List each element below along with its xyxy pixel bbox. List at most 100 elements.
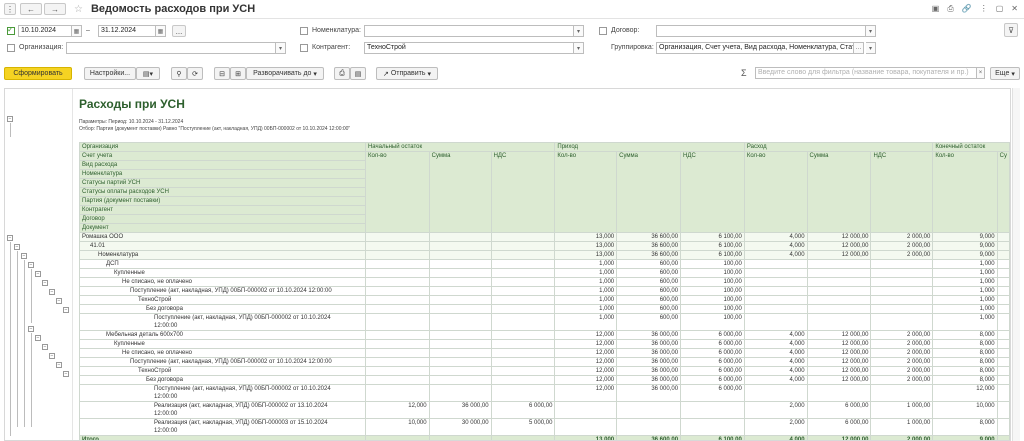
collapse-group-icon[interactable]: − xyxy=(35,271,41,277)
table-row[interactable]: Без договора 12,000 36 000,00 6 000,00 4,000… xyxy=(79,375,1010,385)
send-button[interactable]: ↗ Отправить ▾ xyxy=(376,67,438,80)
collapse-header-icon[interactable]: − xyxy=(7,116,13,122)
more-button[interactable]: Еще ▾ xyxy=(990,67,1020,80)
collapse-group-icon[interactable]: − xyxy=(14,244,20,250)
collapse-icon[interactable]: ⊟ xyxy=(214,67,230,80)
table-row[interactable]: Номенклатура 13,000 36 600,00 6 100,00 4,000… xyxy=(79,250,1010,260)
table-row[interactable]: Поступление (акт, накладная, УПД) 00БП-0… xyxy=(79,357,1010,367)
header-cell: Организация xyxy=(79,142,366,152)
table-row[interactable]: Не списано, не оплачено 1,000 600,00 100,00… xyxy=(79,277,1010,287)
table-row[interactable]: Мебельная деталь 600х700 12,000 36 000,00 6… xyxy=(79,330,1010,340)
organization-checkbox[interactable] xyxy=(7,44,15,52)
row-label-cont: 12:00:00 xyxy=(154,394,178,400)
table-row[interactable]: Ромашка ООО 13,000 36 600,00 6 100,00 4,000 1… xyxy=(79,232,1010,242)
grouping-select-icon[interactable]: … xyxy=(854,42,864,54)
period-select-button[interactable]: ... xyxy=(172,25,186,37)
expand-icon[interactable]: ⊞ xyxy=(230,67,246,80)
table-row[interactable]: ТехноСтрой 12,000 36 000,00 6 000,00 4,000 12… xyxy=(79,366,1010,376)
value-cell: 13,000 xyxy=(554,232,618,242)
table-row[interactable]: Поступление (акт, накладная, УПД) 00БП-0… xyxy=(79,313,1010,331)
table-row[interactable]: ТехноСтрой 1,000 600,00 100,00 1,000 xyxy=(79,295,1010,305)
forward-button[interactable]: → xyxy=(44,3,66,15)
back-button[interactable]: ← xyxy=(20,3,42,15)
collapse-group-icon[interactable]: − xyxy=(28,262,34,268)
table-row[interactable]: Купленные 1,000 600,00 100,00 1,000 xyxy=(79,268,1010,278)
table-row[interactable]: Без договора 1,000 600,00 100,00 1,000 xyxy=(79,304,1010,314)
print-icon[interactable]: ⎙ xyxy=(947,4,953,14)
table-row[interactable]: Поступление (акт, накладная, УПД) 00БП-0… xyxy=(79,286,1010,296)
grouping-input[interactable]: Организация, Счет учета, Вид расхода, Но… xyxy=(656,42,854,54)
maximize-icon[interactable]: ▢ xyxy=(996,4,1004,14)
select-dropdown-icon[interactable]: ▾ xyxy=(866,25,876,37)
value-cell: 1 000,00 xyxy=(870,401,934,419)
expand-to-button[interactable]: Разворачивать до ▾ xyxy=(246,67,324,80)
value-cell xyxy=(428,259,492,269)
contract-input[interactable] xyxy=(656,25,866,37)
vertical-scrollbar[interactable] xyxy=(1012,88,1020,441)
collapse-group-icon[interactable]: − xyxy=(63,371,69,377)
value-cell: 6 100,00 xyxy=(680,232,745,242)
value-cell xyxy=(616,401,682,419)
favorite-star-icon[interactable]: ☆ xyxy=(74,4,83,15)
filter-icon[interactable]: ⊽ xyxy=(1004,23,1018,37)
variants-dropdown[interactable]: ▤▾ xyxy=(136,67,160,80)
value-cell xyxy=(364,259,430,269)
select-dropdown-icon[interactable]: ▾ xyxy=(574,42,584,54)
value-cell xyxy=(364,339,430,349)
value-cell: 2 000,00 xyxy=(870,366,934,376)
value-cell: 9,000 xyxy=(932,232,998,242)
collapse-group-icon[interactable]: − xyxy=(42,280,48,286)
counterparty-input[interactable]: ТехноСтрой xyxy=(364,42,574,54)
table-row[interactable]: 41.01 13,000 36 600,00 6 100,00 4,000 12 000,… xyxy=(79,241,1010,251)
preview-icon[interactable]: ▤ xyxy=(350,67,366,80)
link-icon[interactable]: 🔗 xyxy=(962,4,972,14)
value-cell: 12 000,00 xyxy=(806,330,872,340)
grid-menu-icon[interactable]: ⋮ xyxy=(4,3,16,15)
collapse-group-icon[interactable]: − xyxy=(21,253,27,259)
collapse-group-icon[interactable]: − xyxy=(63,307,69,313)
select-dropdown-icon[interactable]: ▾ xyxy=(866,42,876,54)
collapse-group-icon[interactable]: − xyxy=(49,353,55,359)
value-cell xyxy=(364,295,430,305)
settings-button[interactable]: Настройки... xyxy=(84,67,136,80)
select-dropdown-icon[interactable]: ▾ xyxy=(276,42,286,54)
search-input[interactable]: Введите слово для фильтра (название това… xyxy=(755,67,977,79)
organization-input[interactable] xyxy=(66,42,276,54)
contract-checkbox[interactable] xyxy=(599,27,607,35)
collapse-group-icon[interactable]: − xyxy=(35,335,41,341)
calendar-icon[interactable]: ▦ xyxy=(156,25,166,37)
value-cell xyxy=(364,313,430,331)
print-icon[interactable]: ⎙ xyxy=(334,67,350,80)
sum-icon[interactable]: Σ xyxy=(741,68,747,78)
nomenclature-checkbox[interactable] xyxy=(300,27,308,35)
search-icon[interactable]: ⚲ xyxy=(171,67,187,80)
clear-icon[interactable]: × xyxy=(977,67,985,79)
value-cell xyxy=(870,286,934,296)
refresh-icon[interactable]: ⟳ xyxy=(187,67,203,80)
collapse-group-icon[interactable]: − xyxy=(56,298,62,304)
collapse-group-icon[interactable]: − xyxy=(28,326,34,332)
table-row[interactable]: Купленные 12,000 36 000,00 6 000,00 4,000 12 … xyxy=(79,339,1010,349)
table-row[interactable]: Не списано, не оплачено 12,000 36 000,00 6 … xyxy=(79,348,1010,358)
table-row[interactable]: Поступление (акт, накладная, УПД) 00БП-0… xyxy=(79,384,1010,402)
select-dropdown-icon[interactable]: ▾ xyxy=(574,25,584,37)
report-sheet[interactable]: − − − − − − − − − − − − − − − − Расходы … xyxy=(4,88,1011,441)
calendar-icon[interactable]: ▦ xyxy=(72,25,82,37)
generate-button[interactable]: Сформировать xyxy=(4,67,72,80)
table-row[interactable]: Реализация (акт, накладная, УПД) 00БП-00… xyxy=(79,401,1010,419)
table-row[interactable]: ДСП 1,000 600,00 100,00 1,000 xyxy=(79,259,1010,269)
collapse-group-icon[interactable]: − xyxy=(56,362,62,368)
counterparty-checkbox[interactable] xyxy=(300,44,308,52)
collapse-group-icon[interactable]: − xyxy=(7,235,13,241)
value-cell: 8,000 xyxy=(932,348,998,358)
save-icon[interactable]: ▣ xyxy=(932,4,940,14)
nomenclature-input[interactable] xyxy=(364,25,574,37)
collapse-group-icon[interactable]: − xyxy=(42,344,48,350)
collapse-group-icon[interactable]: − xyxy=(49,289,55,295)
close-icon[interactable]: ✕ xyxy=(1011,4,1018,14)
table-row[interactable]: Реализация (акт, накладная, УПД) 00БП-00… xyxy=(79,418,1010,436)
date-to-input[interactable]: 31.12.2024 xyxy=(98,25,156,37)
date-from-input[interactable]: 10.10.2024 xyxy=(18,25,72,37)
more-icon[interactable]: ⋮ xyxy=(980,4,988,14)
row-label-cell: Не списано, не оплачено xyxy=(79,348,366,358)
